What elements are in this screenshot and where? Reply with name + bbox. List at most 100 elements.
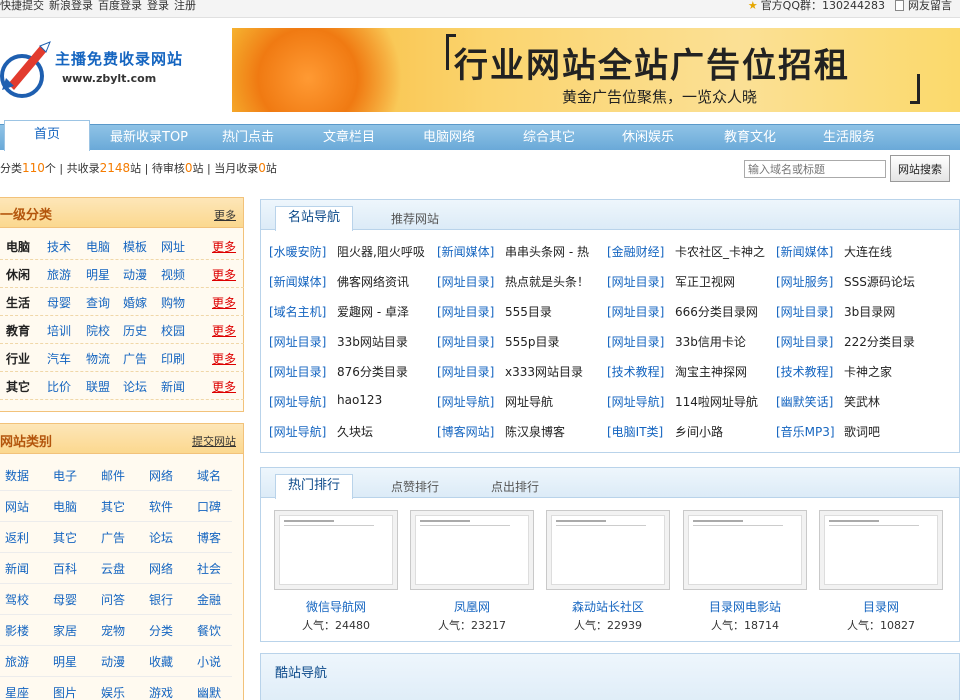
site-type-link[interactable]: 银行 [149,591,173,608]
site-name-link[interactable]: 555目录 [505,303,552,320]
site-category-link[interactable]: [新闻媒体] [269,273,326,290]
site-type-link[interactable]: 云盘 [101,560,125,577]
site-type-link[interactable]: 网络 [149,560,173,577]
subcategory-link[interactable]: 比价 [47,378,71,395]
site-type-link[interactable]: 问答 [101,591,125,608]
hot-site-name-link[interactable]: 凤凰网 [410,598,534,615]
site-name-link[interactable]: 陈汉泉博客 [505,423,565,440]
tab-famous-nav[interactable]: 名站导航 [275,206,354,231]
site-type-link[interactable]: 餐饮 [197,622,221,639]
nav-item-misc[interactable]: 综合其它 [523,125,575,150]
site-thumbnail[interactable] [819,510,943,590]
site-name-link[interactable]: 佛客网络资讯 [337,273,409,290]
nav-home[interactable]: 首页 [4,120,90,151]
site-category-link[interactable]: [网址目录] [607,303,664,320]
feedback-link[interactable]: 网友留言 [908,0,952,12]
login-link[interactable]: 登录 [147,0,169,12]
site-category-link[interactable]: [网址目录] [269,363,326,380]
site-category-link[interactable]: [网址目录] [776,303,833,320]
tab-hot-rank[interactable]: 热门排行 [275,474,354,499]
nav-item-leisure[interactable]: 休闲娱乐 [622,125,674,150]
subcategory-link[interactable]: 新闻 [161,378,185,395]
site-type-link[interactable]: 返利 [5,529,29,546]
site-name-link[interactable]: 222分类目录 [844,333,915,350]
site-name-link[interactable]: x333网站目录 [505,363,583,380]
site-category-link[interactable]: [网址导航] [437,393,494,410]
subcategory-link[interactable]: 联盟 [86,378,110,395]
site-category-link[interactable]: [技术教程] [607,363,664,380]
nav-item-life[interactable]: 生活服务 [823,125,875,150]
site-thumbnail[interactable] [546,510,670,590]
hot-site-name-link[interactable]: 目录网 [819,598,943,615]
site-category-link[interactable]: [金融财经] [607,243,664,260]
site-category-link[interactable]: [网址目录] [437,273,494,290]
category-main-link[interactable]: 生活 [6,294,30,311]
site-type-link[interactable]: 新闻 [5,560,29,577]
site-name-link[interactable]: 卡神之家 [844,363,892,380]
subcategory-link[interactable]: 视频 [161,266,185,283]
site-name-link[interactable]: 串串头条网 - 热 [505,243,589,260]
site-type-link[interactable]: 口碑 [197,498,221,515]
site-type-link[interactable]: 金融 [197,591,221,608]
subcategory-link[interactable]: 模板 [123,238,147,255]
site-type-link[interactable]: 小说 [197,653,221,670]
subcategory-link[interactable]: 网址 [161,238,185,255]
nav-item-hot[interactable]: 热门点击 [222,125,274,150]
sina-login-link[interactable]: 新浪登录 [49,0,93,12]
site-category-link[interactable]: [域名主机] [269,303,326,320]
site-category-link[interactable]: [水暖安防] [269,243,326,260]
category-row-more-link[interactable]: 更多 [212,266,236,283]
register-link[interactable]: 注册 [174,0,196,12]
category-main-link[interactable]: 休闲 [6,266,30,283]
site-category-link[interactable]: [网址目录] [607,273,664,290]
site-category-link[interactable]: [网址导航] [269,423,326,440]
category-row-more-link[interactable]: 更多 [212,238,236,255]
site-type-link[interactable]: 收藏 [149,653,173,670]
site-name-link[interactable]: 114啦网址导航 [675,393,758,410]
site-name-link[interactable]: 33b网站目录 [337,333,408,350]
site-category-link[interactable]: [网址目录] [437,333,494,350]
subcategory-link[interactable]: 论坛 [123,378,147,395]
search-input[interactable] [744,160,886,178]
site-name-link[interactable]: hao123 [337,393,382,407]
site-type-link[interactable]: 星座 [5,684,29,700]
site-thumbnail[interactable] [683,510,807,590]
site-type-link[interactable]: 游戏 [149,684,173,700]
site-thumbnail[interactable] [410,510,534,590]
subcategory-link[interactable]: 电脑 [86,238,110,255]
site-name-link[interactable]: 阻火器,阻火呼吸 [337,243,425,260]
site-type-link[interactable]: 其它 [101,498,125,515]
site-category-link[interactable]: [网址导航] [607,393,664,410]
site-type-link[interactable]: 博客 [197,529,221,546]
subcategory-link[interactable]: 旅游 [47,266,71,283]
tab-click-out-rank[interactable]: 点出排行 [491,478,539,495]
site-category-link[interactable]: [技术教程] [776,363,833,380]
site-category-link[interactable]: [幽默笑话] [776,393,833,410]
category-more-link[interactable]: 更多 [214,207,236,223]
category-main-link[interactable]: 电脑 [6,238,30,255]
subcategory-link[interactable]: 婚嫁 [123,294,147,311]
subcategory-link[interactable]: 购物 [161,294,185,311]
site-name-link[interactable]: SSS源码论坛 [844,273,915,290]
site-type-link[interactable]: 域名 [197,467,221,484]
site-category-link[interactable]: [网址目录] [437,303,494,320]
search-button[interactable]: 网站搜索 [890,155,950,182]
subcategory-link[interactable]: 汽车 [47,350,71,367]
site-type-link[interactable]: 明星 [53,653,77,670]
site-type-link[interactable]: 家居 [53,622,77,639]
nav-item-articles[interactable]: 文章栏目 [323,125,375,150]
site-type-link[interactable]: 电子 [53,467,77,484]
quick-submit-link[interactable]: 快捷提交 [0,0,44,12]
site-type-link[interactable]: 论坛 [149,529,173,546]
site-type-link[interactable]: 动漫 [101,653,125,670]
site-name-link[interactable]: 卡农社区_卡神之 [675,243,765,260]
site-type-link[interactable]: 广告 [101,529,125,546]
site-type-link[interactable]: 网站 [5,498,29,515]
site-name-link[interactable]: 33b信用卡论 [675,333,746,350]
subcategory-link[interactable]: 明星 [86,266,110,283]
category-row-more-link[interactable]: 更多 [212,350,236,367]
site-category-link[interactable]: [音乐MP3] [776,423,835,440]
site-type-link[interactable]: 邮件 [101,467,125,484]
hot-site-name-link[interactable]: 森动站长社区 [546,598,670,615]
site-name-link[interactable]: 大连在线 [844,243,892,260]
